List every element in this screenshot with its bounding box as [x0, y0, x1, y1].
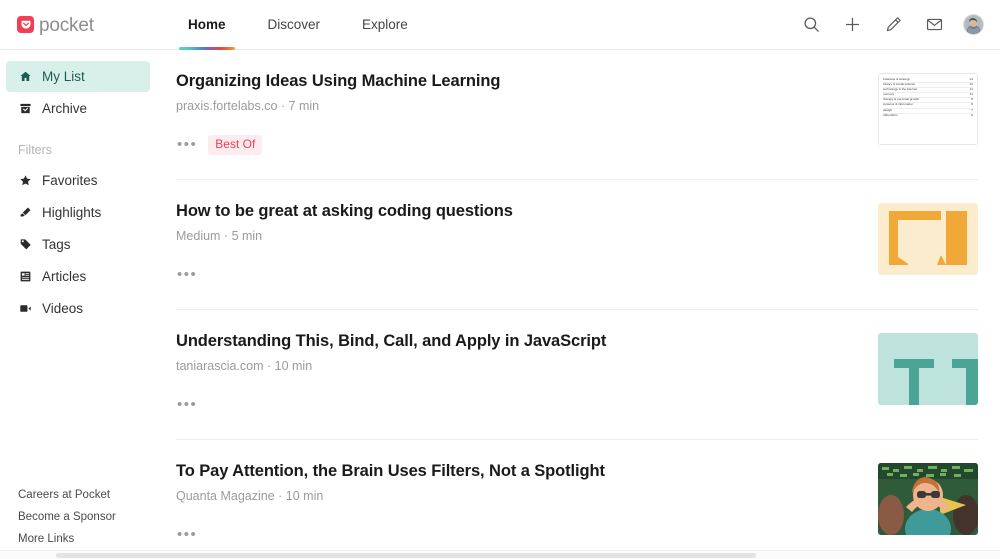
- sidebar-item-tags-label: Tags: [42, 237, 71, 252]
- search-icon[interactable]: [799, 13, 823, 37]
- horizontal-scrollbar-thumb[interactable]: [56, 553, 756, 558]
- pocket-heart-icon: [17, 16, 34, 33]
- list-item-title[interactable]: To Pay Attention, the Brain Uses Filters…: [176, 461, 854, 482]
- table-cell-value: 14: [969, 77, 973, 81]
- nav-tab-home[interactable]: Home: [167, 0, 247, 50]
- home-icon: [18, 70, 32, 84]
- nav-tab-home-label: Home: [188, 17, 226, 32]
- sidebar-item-articles[interactable]: Articles: [6, 261, 150, 292]
- avatar[interactable]: [963, 14, 984, 35]
- table-cell-label: technology & the internet: [883, 88, 918, 92]
- table-cell-label: therapy & personal growth: [883, 98, 920, 102]
- table-cell-label: memory: [883, 93, 895, 97]
- table-cell-label: design: [883, 108, 893, 112]
- list-item-thumbnail[interactable]: [878, 333, 978, 405]
- envelope-icon[interactable]: [922, 13, 946, 37]
- table-cell-value: 7: [971, 107, 973, 112]
- sidebar-filters-heading: Filters: [18, 143, 53, 157]
- list-item-thumbnail[interactable]: [878, 203, 978, 275]
- list-item-thumbnail[interactable]: business & strategy 14 history & social …: [878, 73, 978, 145]
- article-list: Organizing Ideas Using Machine Learning …: [160, 50, 1000, 559]
- app-header: pocket Home Discover Explore: [0, 0, 1000, 50]
- sidebar-item-highlights-label: Highlights: [42, 205, 102, 220]
- list-item-meta: Medium · 5 min: [176, 228, 263, 243]
- pencil-icon[interactable]: [881, 13, 905, 37]
- list-item-more-actions-button[interactable]: •••: [176, 135, 198, 154]
- video-icon: [18, 302, 32, 316]
- brand-name: pocket: [39, 15, 94, 36]
- sidebar-item-videos-label: Videos: [42, 301, 84, 316]
- footer-link-careers[interactable]: Careers at Pocket: [18, 489, 160, 501]
- nav-tab-discover-label: Discover: [267, 17, 321, 32]
- nav-tab-explore-label: Explore: [362, 17, 408, 32]
- sidebar-item-archive[interactable]: Archive: [6, 93, 150, 124]
- table-cell-label: business & strategy: [883, 78, 910, 81]
- sidebar-item-highlights[interactable]: Highlights: [6, 197, 150, 228]
- nav-tab-discover[interactable]: Discover: [247, 0, 342, 49]
- thumbnail-table: business & strategy 14 history & social …: [878, 73, 978, 145]
- add-icon[interactable]: [840, 13, 864, 37]
- table-cell-value: 12: [969, 82, 973, 87]
- list-item-thumbnail[interactable]: [878, 463, 978, 535]
- list-item-footer: •••: [176, 243, 854, 284]
- table-cell-value: 6: [971, 112, 973, 117]
- sidebar-item-archive-label: Archive: [42, 101, 88, 116]
- star-icon: [18, 174, 32, 188]
- archive-icon: [18, 102, 32, 116]
- sidebar-item-articles-label: Articles: [42, 269, 87, 284]
- table-cell-label: systems & information: [883, 103, 914, 107]
- table-row: ribbonform 6: [883, 112, 973, 118]
- footer-link-more[interactable]: More Links: [18, 533, 160, 545]
- thumbnail-illustration-crowd: [878, 463, 978, 535]
- list-item[interactable]: Understanding This, Bind, Call, and Appl…: [176, 310, 978, 440]
- list-item-title[interactable]: Understanding This, Bind, Call, and Appl…: [176, 331, 854, 352]
- table-cell-value: 11: [969, 87, 973, 92]
- table-cell-value: 8: [971, 102, 973, 107]
- list-item-meta: praxis.fortelabs.co · 7 min: [176, 98, 320, 113]
- list-item-meta: taniarascia.com · 10 min: [176, 358, 313, 373]
- list-item[interactable]: Organizing Ideas Using Machine Learning …: [176, 50, 978, 180]
- tag-icon: [18, 238, 32, 252]
- app-body: My List Archive Filters Favorites Highli…: [0, 50, 1000, 559]
- table-cell-value: 11: [969, 92, 973, 97]
- table-cell-label: ribbonform: [883, 113, 898, 117]
- list-item[interactable]: To Pay Attention, the Brain Uses Filters…: [176, 440, 978, 559]
- pocket-app: pocket Home Discover Explore My List Arc…: [0, 0, 1000, 559]
- list-item-title[interactable]: Organizing Ideas Using Machine Learning: [176, 71, 854, 92]
- sidebar-item-tags[interactable]: Tags: [6, 229, 150, 260]
- list-item[interactable]: How to be great at asking coding questio…: [176, 180, 978, 310]
- list-item-content: To Pay Attention, the Brain Uses Filters…: [176, 461, 878, 544]
- list-item-more-actions-button[interactable]: •••: [176, 265, 198, 284]
- main-nav: Home Discover Explore: [167, 0, 429, 50]
- sidebar-item-videos[interactable]: Videos: [6, 293, 150, 324]
- thumbnail-graphic-orange: [878, 203, 978, 275]
- nav-tab-explore[interactable]: Explore: [341, 0, 429, 49]
- list-item-content: How to be great at asking coding questio…: [176, 201, 878, 284]
- table-cell-value: 8: [971, 97, 973, 102]
- sidebar-footer: Careers at Pocket Become a Sponsor More …: [0, 489, 160, 559]
- sidebar: My List Archive Filters Favorites Highli…: [0, 50, 160, 559]
- highlighter-icon: [18, 206, 32, 220]
- tag-badge-best-of[interactable]: Best Of: [208, 134, 263, 155]
- list-item-footer: ••• Best Of: [176, 113, 854, 155]
- header-actions: [799, 13, 1000, 37]
- list-item-footer: •••: [176, 503, 854, 544]
- sidebar-item-my-list-label: My List: [42, 69, 85, 84]
- sidebar-item-my-list[interactable]: My List: [6, 61, 150, 92]
- sidebar-item-favorites-label: Favorites: [42, 173, 98, 188]
- brand-logo[interactable]: pocket: [0, 15, 160, 36]
- horizontal-scrollbar[interactable]: [0, 550, 1000, 559]
- sidebar-item-favorites[interactable]: Favorites: [6, 165, 150, 196]
- list-item-content: Understanding This, Bind, Call, and Appl…: [176, 331, 878, 414]
- list-item-more-actions-button[interactable]: •••: [176, 525, 198, 544]
- article-icon: [18, 270, 32, 284]
- thumbnail-graphic-teal: [878, 333, 978, 405]
- footer-link-sponsor[interactable]: Become a Sponsor: [18, 511, 160, 523]
- list-item-title[interactable]: How to be great at asking coding questio…: [176, 201, 854, 222]
- list-item-footer: •••: [176, 373, 854, 414]
- table-cell-label: history & social science: [883, 83, 916, 87]
- list-item-more-actions-button[interactable]: •••: [176, 395, 198, 414]
- list-item-meta: Quanta Magazine · 10 min: [176, 488, 324, 503]
- list-item-content: Organizing Ideas Using Machine Learning …: [176, 71, 878, 155]
